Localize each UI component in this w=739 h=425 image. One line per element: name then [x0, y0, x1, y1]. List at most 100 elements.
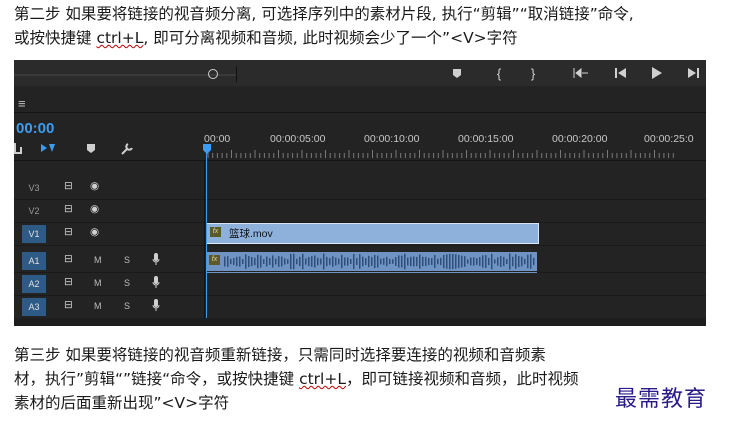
snap-icon[interactable] [14, 142, 22, 157]
waveform-bar [317, 257, 319, 266]
eye-icon[interactable]: ◉ [90, 226, 99, 238]
video-clip[interactable]: fx 篮球.mov [206, 223, 539, 244]
track-target-v2[interactable]: V2 [22, 202, 46, 220]
waveform-bar [251, 257, 253, 266]
waveform-bar [368, 255, 370, 268]
play-icon[interactable] [646, 63, 668, 83]
microphone-icon[interactable] [152, 299, 160, 315]
go-to-in-icon[interactable] [570, 63, 592, 83]
track-v2: V2 ⊟ ◉ [14, 200, 706, 223]
waveform-bar [359, 254, 361, 269]
sync-lock-icon[interactable]: ⊟ [64, 299, 73, 311]
audio-waveform [224, 253, 535, 270]
waveform-bar [524, 258, 526, 265]
eye-icon[interactable]: ◉ [90, 203, 99, 215]
mute-button[interactable]: M [94, 278, 102, 288]
waveform-bar [452, 253, 454, 270]
audio-clip[interactable]: fx [206, 252, 537, 271]
divider [14, 112, 706, 113]
waveform-bar [530, 254, 532, 269]
waveform-bar [410, 256, 412, 267]
waveform-bar [242, 259, 244, 264]
waveform-bar [248, 255, 250, 268]
divider [14, 160, 706, 161]
waveform-bar [308, 256, 310, 267]
mark-in-icon[interactable]: { [488, 63, 510, 83]
waveform-bar [269, 258, 271, 265]
marker-icon[interactable] [446, 63, 468, 83]
track-a3: A3 ⊟ M S [14, 296, 706, 319]
waveform-bar [455, 254, 457, 269]
microphone-icon[interactable] [152, 253, 160, 269]
waveform-bar [353, 253, 355, 270]
step-back-icon[interactable] [610, 63, 632, 83]
timeline-scrollbar[interactable] [14, 318, 706, 326]
track-target-a3[interactable]: A3 [22, 298, 46, 316]
sync-lock-icon[interactable]: ⊟ [64, 253, 73, 265]
waveform-bar [533, 257, 535, 266]
waveform-bar [386, 256, 388, 267]
menu-icon[interactable]: ≡ [18, 96, 26, 111]
waveform-bar [425, 256, 427, 267]
waveform-bar [323, 253, 325, 270]
add-marker-icon[interactable] [86, 142, 96, 157]
waveform-bar [440, 257, 442, 266]
waveform-bar [311, 256, 313, 267]
step-forward-icon[interactable] [682, 63, 704, 83]
wrench-icon[interactable] [120, 142, 134, 159]
track-target-a1[interactable]: A1 [22, 252, 46, 270]
linked-selection-icon[interactable] [40, 142, 56, 157]
waveform-bar [380, 258, 382, 265]
timecode-display[interactable]: 00:00 [16, 120, 54, 137]
track-target-a2[interactable]: A2 [22, 275, 46, 293]
waveform-bar [416, 256, 418, 267]
waveform-bar [263, 259, 265, 264]
shortcut-ctrl-l: ctrl+L [96, 29, 144, 47]
track-target-v3[interactable]: V3 [22, 179, 46, 197]
solo-button[interactable]: S [124, 255, 130, 265]
watermark-logo: 最需教育 [615, 387, 708, 412]
video-clip-name: 篮球.mov [229, 228, 273, 240]
ruler-ticks[interactable] [206, 150, 706, 158]
waveform-bar [383, 258, 385, 265]
zoom-slider-knob[interactable] [208, 69, 218, 79]
waveform-bar [392, 259, 394, 264]
waveform-bar [227, 256, 229, 267]
waveform-bar [332, 256, 334, 267]
waveform-bar [464, 256, 466, 267]
playhead-line[interactable] [206, 152, 207, 326]
ruler-time-4: 00:00:20:00 [552, 133, 608, 145]
waveform-bar [224, 256, 226, 267]
waveform-bar [329, 258, 331, 265]
mute-button[interactable]: M [94, 301, 102, 311]
film-icon[interactable]: ⊟ [64, 203, 73, 215]
track-target-v1[interactable]: V1 [22, 225, 46, 243]
film-icon[interactable]: ⊟ [64, 226, 73, 238]
solo-button[interactable]: S [124, 301, 130, 311]
waveform-bar [419, 254, 421, 269]
waveform-bar [485, 255, 487, 268]
solo-button[interactable]: S [124, 278, 130, 288]
ruler-time-0: 00:00 [204, 133, 231, 145]
waveform-bar [404, 253, 406, 270]
zoom-slider[interactable] [14, 74, 236, 76]
waveform-bar [287, 259, 289, 264]
waveform-bar [326, 256, 328, 267]
mute-button[interactable]: M [94, 255, 102, 265]
waveform-bar [347, 257, 349, 266]
waveform-bar [341, 254, 343, 269]
waveform-bar [338, 258, 340, 265]
waveform-bar [275, 258, 277, 265]
step3-line2: 材，执行”剪辑“”链接“命令，或按快捷键 ctrl+L，即可链接视频和音频，此时… [14, 367, 578, 391]
sync-lock-icon[interactable]: ⊟ [64, 276, 73, 288]
waveform-bar [350, 259, 352, 264]
waveform-bar [272, 255, 274, 268]
film-icon[interactable]: ⊟ [64, 180, 73, 192]
mark-out-icon[interactable]: } [522, 63, 544, 83]
waveform-bar [398, 255, 400, 268]
microphone-icon[interactable] [152, 276, 160, 292]
eye-icon[interactable]: ◉ [90, 180, 99, 192]
waveform-bar [497, 257, 499, 266]
waveform-bar [356, 258, 358, 265]
waveform-bar [476, 258, 478, 265]
